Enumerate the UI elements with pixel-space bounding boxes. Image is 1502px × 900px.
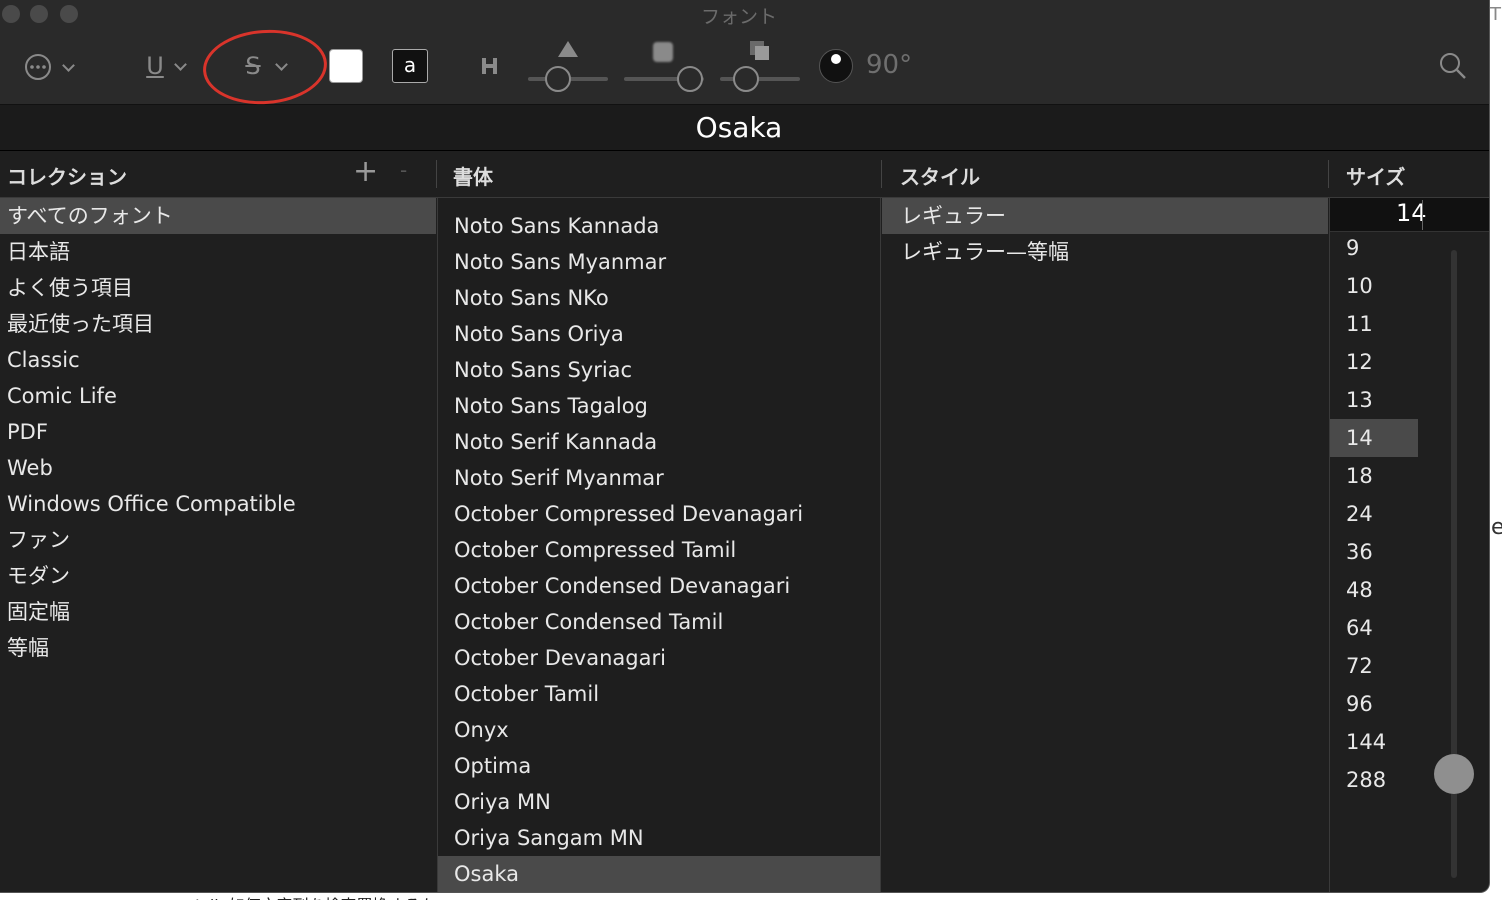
collection-item[interactable]: モダン	[0, 558, 436, 594]
collection-item[interactable]: ファン	[0, 522, 436, 558]
dial-indicator-icon	[831, 54, 841, 64]
window-title: フォント	[700, 6, 777, 28]
font-families-list[interactable]: Noto Sans Kannada Noto Sans Myanmar Noto S…	[437, 198, 881, 892]
font-family-item[interactable]: Noto Serif Myanmar	[438, 460, 880, 496]
selected-font-name: Osaka	[695, 111, 783, 144]
font-size-item[interactable]: 12	[1330, 343, 1418, 381]
shadow-opacity-slider-knob[interactable]	[545, 66, 571, 92]
font-style-item[interactable]: レギュラー	[882, 198, 1328, 234]
font-family-item[interactable]: October Compressed Tamil	[438, 532, 880, 568]
font-family-item[interactable]: Noto Sans NKo	[438, 280, 880, 316]
styles-header: スタイル	[900, 165, 980, 189]
font-size-item[interactable]: 24	[1330, 495, 1418, 533]
font-family-item[interactable]: Osaka	[438, 856, 880, 892]
offset-squares-icon	[750, 41, 769, 60]
size-slider-knob[interactable]	[1434, 754, 1474, 794]
collections-list[interactable]: すべてのフォント 日本語 よく使う項目 最近使った項目 Classic Comic Lif…	[0, 198, 436, 892]
underline-menu-button[interactable]: U	[140, 50, 192, 82]
search-button[interactable]	[1437, 50, 1469, 82]
chevron-down-icon	[174, 60, 186, 72]
font-family-item[interactable]: Oriya Sangam MN	[438, 820, 880, 856]
opacity-triangle-icon	[558, 41, 578, 57]
collection-item[interactable]: PDF	[0, 414, 436, 450]
column-headers: コレクション + - 書体 スタイル サイズ	[0, 152, 1489, 198]
sizes-header: サイズ	[1346, 165, 1406, 189]
collection-item[interactable]: 日本語	[0, 234, 436, 270]
font-size-item[interactable]: 96	[1330, 685, 1418, 723]
font-family-item[interactable]: October Compressed Devanagari	[438, 496, 880, 532]
chevron-down-icon	[62, 61, 74, 73]
title-bar: フォント U S a 90°	[0, 0, 1489, 109]
background-document-text: Julia如何文字列を検索置換するか	[195, 892, 437, 900]
font-size-item[interactable]: 48	[1330, 571, 1418, 609]
font-family-item[interactable]: Noto Sans Myanmar	[438, 244, 880, 280]
font-family-item[interactable]: Oriya MN	[438, 784, 880, 820]
font-styles-list[interactable]: レギュラー レギュラー—等幅	[882, 198, 1328, 892]
collection-item[interactable]: Windows Office Compatible	[0, 486, 436, 522]
collection-item[interactable]: 最近使った項目	[0, 306, 436, 342]
font-size-item[interactable]: 64	[1330, 609, 1418, 647]
shadow-offset-slider-knob[interactable]	[733, 66, 759, 92]
font-family-item[interactable]: Optima	[438, 748, 880, 784]
font-size-item[interactable]: 10	[1330, 267, 1418, 305]
search-icon	[1440, 53, 1466, 79]
font-style-item[interactable]: レギュラー—等幅	[882, 234, 1328, 270]
font-family-item[interactable]: Noto Sans Tagalog	[438, 388, 880, 424]
font-preview-bar: Osaka	[0, 105, 1489, 151]
text-shadow-toggle[interactable]	[476, 50, 504, 82]
document-color-swatch[interactable]	[329, 49, 363, 83]
underline-icon: U	[146, 52, 164, 80]
font-family-item[interactable]: Noto Sans Syriac	[438, 352, 880, 388]
font-sizes-list[interactable]: 14 9 10 11 12 13 14 18 24 36 48 64 72 96 144 288	[1329, 198, 1489, 892]
shadow-blur-slider-knob[interactable]	[677, 66, 703, 92]
shadow-offset-slider-track[interactable]	[720, 77, 800, 81]
font-family-item[interactable]: October Condensed Devanagari	[438, 568, 880, 604]
font-family-item[interactable]: Noto Sans Kannada	[438, 208, 880, 244]
font-size-item[interactable]: 13	[1330, 381, 1418, 419]
font-size-item[interactable]: 144	[1330, 723, 1418, 761]
blur-square-icon	[653, 42, 673, 62]
collections-header: コレクション	[7, 165, 127, 189]
shadow-icon	[482, 58, 497, 74]
collection-item[interactable]: Comic Life	[0, 378, 436, 414]
font-size-item[interactable]: 14	[1330, 419, 1418, 457]
families-header: 書体	[453, 165, 493, 189]
font-family-item[interactable]: Noto Serif Kannada	[438, 424, 880, 460]
column-divider[interactable]	[881, 160, 882, 188]
font-size-item[interactable]: 288	[1330, 761, 1418, 799]
font-panel-window: フォント U S a 90° Osaka コレクション + - 書体 スタイル …	[0, 0, 1490, 893]
column-divider[interactable]	[436, 160, 437, 188]
shadow-angle-dial[interactable]	[819, 49, 853, 83]
text-caret	[1422, 200, 1423, 230]
font-size-item[interactable]: 18	[1330, 457, 1418, 495]
red-circle-annotation	[200, 25, 330, 109]
collection-item[interactable]: 固定幅	[0, 594, 436, 630]
background-edge-text: e	[1491, 515, 1502, 540]
font-size-item[interactable]: 72	[1330, 647, 1418, 685]
background-edge-text: T	[1490, 4, 1501, 25]
font-family-item[interactable]: October Tamil	[438, 676, 880, 712]
font-family-item[interactable]: October Condensed Tamil	[438, 604, 880, 640]
font-size-item[interactable]: 36	[1330, 533, 1418, 571]
collection-item[interactable]: よく使う項目	[0, 270, 436, 306]
font-size-input[interactable]: 14	[1330, 198, 1489, 232]
font-family-item[interactable]: October Devanagari	[438, 640, 880, 676]
collection-item[interactable]: 等幅	[0, 630, 436, 666]
shadow-angle-value: 90°	[866, 50, 913, 80]
collection-item[interactable]: Web	[0, 450, 436, 486]
text-color-button[interactable]: a	[392, 49, 428, 83]
column-divider[interactable]	[1328, 160, 1329, 188]
font-size-item[interactable]: 11	[1330, 305, 1418, 343]
ellipsis-circle-icon	[25, 54, 51, 80]
collection-item[interactable]: すべてのフォント	[0, 198, 436, 234]
font-family-item[interactable]: Noto Sans Oriya	[438, 316, 880, 352]
collection-item[interactable]: Classic	[0, 342, 436, 378]
action-menu-button[interactable]	[18, 52, 80, 82]
add-collection-button[interactable]: +	[353, 154, 378, 189]
font-size-item[interactable]: 9	[1330, 229, 1418, 267]
font-family-item[interactable]: Onyx	[438, 712, 880, 748]
remove-collection-button[interactable]: -	[400, 158, 407, 182]
